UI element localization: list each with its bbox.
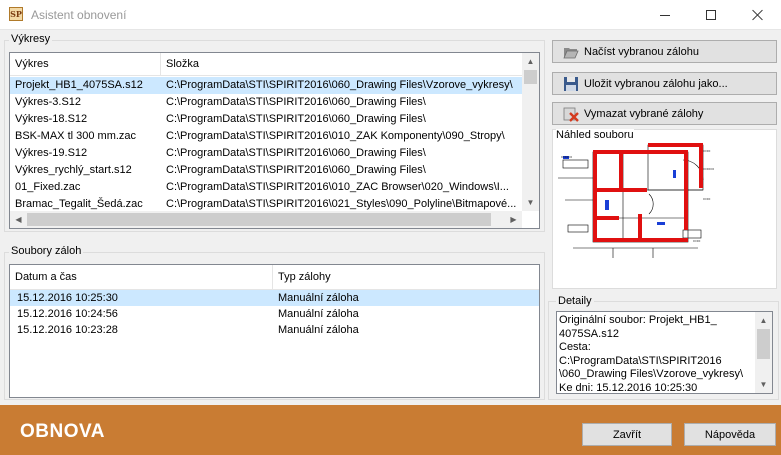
brand-title: OBNOVA (20, 421, 105, 442)
maximize-icon (706, 10, 716, 20)
column-header-drawing[interactable]: Výkres (10, 53, 161, 76)
horizontal-scrollbar-thumb[interactable] (27, 213, 491, 226)
load-backup-label: Načíst vybranou zálohu (584, 45, 699, 58)
table-row[interactable]: Výkres_rychlý_start.s12 C:\ProgramData\ST… (10, 162, 522, 179)
folder-path-cell: C:\ProgramData\STI\SPIRIT2016\060_Drawin… (166, 96, 426, 108)
backup-type-cell: Manuální záloha (278, 308, 359, 320)
file-preview: ▭▭▭ ▭▭ ▭▭▭ ▭▭ ▭▭ (552, 129, 777, 289)
table-row[interactable]: BSK-MAX tl 300 mm.zac C:\ProgramData\STI\… (10, 128, 522, 145)
details-vertical-scrollbar[interactable]: ▲ ▼ (755, 312, 772, 393)
column-header-datetime[interactable]: Datum a čas (10, 265, 273, 290)
delete-backups-label: Vymazat vybrané zálohy (584, 107, 704, 120)
drawing-name-cell: Projekt_HB1_4075SA.s12 (15, 79, 143, 91)
close-window-button[interactable] (735, 0, 781, 30)
save-backup-as-label: Uložit vybranou zálohu jako... (584, 77, 728, 90)
drawings-vertical-scrollbar[interactable]: ▲ ▼ (522, 53, 539, 211)
drawings-list[interactable]: Výkres Složka Projekt_HB1_4075SA.s12 C:\P… (9, 52, 540, 229)
backup-datetime-cell: 15.12.2016 10:24:56 (17, 308, 118, 320)
table-row[interactable]: Výkres-3.S12 C:\ProgramData\STI\SPIRIT201… (10, 94, 522, 111)
save-backup-as-button[interactable]: Uložit vybranou zálohu jako... (552, 72, 777, 95)
svg-text:▭▭: ▭▭ (703, 148, 711, 153)
backup-type-cell: Manuální záloha (278, 292, 359, 304)
table-row[interactable]: 01_Fixed.zac C:\ProgramData\STI\SPIRIT201… (10, 179, 522, 196)
drawing-name-cell: BSK-MAX tl 300 mm.zac (15, 130, 137, 142)
details-line: Originální soubor: Projekt_HB1_ (559, 314, 717, 326)
details-line: Ke dni: 15.12.2016 10:25:30 (559, 381, 698, 394)
scroll-down-arrow-icon[interactable]: ▼ (522, 194, 539, 211)
preview-label: Náhled souboru (556, 129, 634, 141)
help-button[interactable]: Nápověda (684, 423, 776, 446)
app-icon: SP (9, 7, 23, 21)
scroll-up-arrow-icon[interactable]: ▲ (755, 312, 772, 329)
delete-backups-button[interactable]: Vymazat vybrané zálohy (552, 102, 777, 125)
save-disk-icon (563, 76, 579, 92)
folder-path-cell: C:\ProgramData\STI\SPIRIT2016\010_ZAK Ko… (166, 130, 505, 142)
drawings-group-label: Výkresy (9, 33, 53, 45)
table-row[interactable]: Výkres-19.S12 C:\ProgramData\STI\SPIRIT20… (10, 145, 522, 162)
backup-datetime-cell: 15.12.2016 10:23:28 (17, 324, 118, 336)
backups-list[interactable]: Datum a čas Typ zálohy 15.12.2016 10:25:… (9, 264, 540, 398)
maximize-button[interactable] (688, 0, 734, 30)
table-row[interactable]: Projekt_HB1_4075SA.s12 C:\ProgramData\STI… (10, 77, 522, 94)
folder-path-cell: C:\ProgramData\STI\SPIRIT2016\060_Drawin… (166, 147, 426, 159)
scrollbar-thumb[interactable] (524, 70, 537, 84)
minimize-button[interactable] (642, 0, 688, 30)
details-group-label: Detaily (556, 295, 594, 307)
folder-path-cell: C:\ProgramData\STI\SPIRIT2016\060_Drawin… (166, 79, 513, 91)
svg-text:▭▭▭: ▭▭▭ (703, 166, 715, 171)
scroll-down-arrow-icon[interactable]: ▼ (755, 376, 772, 393)
backups-group-label: Soubory záloh (9, 245, 84, 257)
table-row[interactable]: 15.12.2016 10:24:56 Manuální záloha (10, 306, 539, 322)
drawing-name-cell: Výkres-3.S12 (15, 96, 82, 108)
drawing-name-cell: Výkres-18.S12 (15, 113, 88, 125)
minimize-icon (660, 14, 670, 16)
backup-type-cell: Manuální záloha (278, 324, 359, 336)
table-row[interactable]: Výkres-18.S12 C:\ProgramData\STI\SPIRIT20… (10, 111, 522, 128)
drawings-list-header: Výkres Složka (10, 53, 539, 76)
drawing-preview-image: ▭▭▭ ▭▭ ▭▭▭ ▭▭ ▭▭ (558, 143, 715, 258)
details-line: 4075SA.s12 (559, 327, 619, 340)
details-textbox[interactable]: Originální soubor: Projekt_HB1_ 4075SA.s… (556, 311, 773, 394)
details-lines: Originální soubor: Projekt_HB1_ 4075SA.s… (559, 314, 755, 394)
drawing-name-cell: Výkres-19.S12 (15, 147, 88, 159)
table-row[interactable]: 15.12.2016 10:25:30 Manuální záloha (10, 290, 539, 306)
svg-text:▭▭▭: ▭▭▭ (561, 154, 573, 159)
folder-path-cell: C:\ProgramData\STI\SPIRIT2016\060_Drawin… (166, 164, 426, 176)
folder-path-cell: C:\ProgramData\STI\SPIRIT2016\060_Drawin… (166, 113, 426, 125)
scroll-left-arrow-icon[interactable]: ◀ (10, 211, 27, 228)
svg-text:▭▭: ▭▭ (703, 196, 711, 201)
table-row[interactable]: 15.12.2016 10:23:28 Manuální záloha (10, 322, 539, 338)
scroll-up-arrow-icon[interactable]: ▲ (522, 53, 539, 70)
drawings-horizontal-scrollbar[interactable]: ◀ ▶ (10, 211, 522, 228)
close-icon (752, 9, 764, 21)
close-button[interactable]: Zavřít (582, 423, 672, 446)
drawing-name-cell: Výkres_rychlý_start.s12 (15, 164, 132, 176)
details-line: Cesta: C:\ProgramData\STI\SPIRIT2016 (559, 341, 722, 367)
drawing-name-cell: 01_Fixed.zac (15, 181, 81, 193)
open-folder-icon (563, 44, 579, 60)
column-header-folder[interactable]: Složka (161, 53, 523, 76)
backup-datetime-cell: 15.12.2016 10:25:30 (17, 292, 118, 304)
scrollbar-thumb[interactable] (757, 329, 770, 359)
delete-icon (563, 106, 579, 122)
details-line: \060_Drawing Files\Vzorove_vykresy\ (559, 368, 744, 381)
window-title: Asistent obnovení (31, 8, 127, 22)
title-bar: SP Asistent obnovení (0, 0, 781, 30)
scroll-right-arrow-icon[interactable]: ▶ (505, 211, 522, 228)
backups-list-header: Datum a čas Typ zálohy (10, 265, 539, 290)
column-header-backup-type[interactable]: Typ zálohy (273, 265, 539, 290)
svg-text:▭▭: ▭▭ (693, 238, 701, 243)
load-backup-button[interactable]: Načíst vybranou zálohu (552, 40, 777, 63)
folder-path-cell: C:\ProgramData\STI\SPIRIT2016\010_ZAC Br… (166, 181, 509, 193)
